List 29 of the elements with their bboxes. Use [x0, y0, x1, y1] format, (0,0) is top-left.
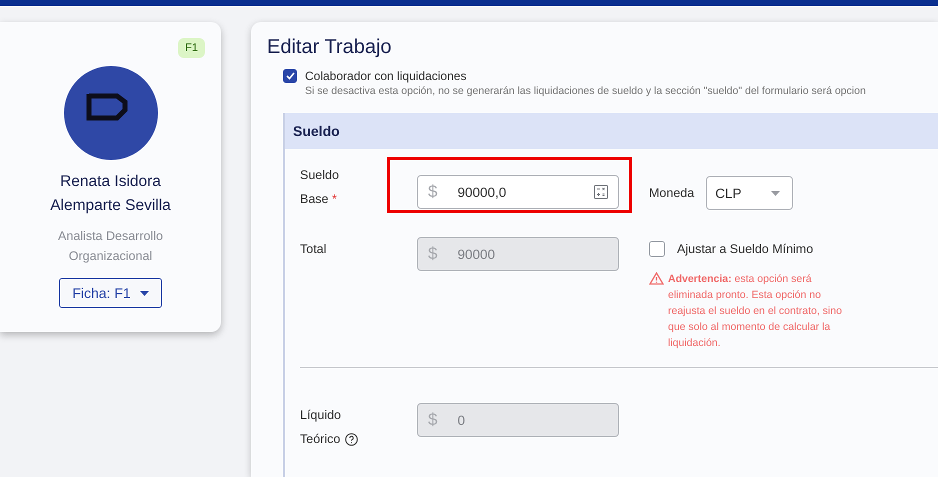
- caret-icon: [140, 290, 149, 296]
- checkbox-label: Ajustar a Sueldo Mínimo: [677, 241, 814, 258]
- field-label: Sueldo: [300, 167, 340, 184]
- option-hint: Si se desactiva esta opción, no se generarán las liquidaciones de sueldo y la sección "sueldo" del formulario será opcion: [305, 85, 867, 97]
- field-label: Teórico: [300, 431, 340, 448]
- avatar-icon: [64, 66, 158, 160]
- file-dropdown[interactable]: Ficha: F1: [59, 278, 162, 308]
- field-label: Total: [300, 241, 328, 258]
- section-header: Sueldo: [285, 113, 938, 149]
- option-label: Colaborador con liquidaciones: [305, 69, 466, 83]
- field-label: Base *: [300, 191, 338, 208]
- check-icon: [286, 72, 294, 80]
- amount-field: $ 0: [417, 403, 619, 437]
- amount-input[interactable]: $ 90000,0: [417, 175, 619, 209]
- help-icon[interactable]: [345, 432, 358, 446]
- field-label: Líquido: [300, 407, 342, 424]
- calculator-icon[interactable]: [594, 185, 608, 199]
- warning-text: Advertencia: esta opción será eliminada pronto. Esta opción no reajusta el sueldo en el contrato, sino que solo al momento de calcular la liquidación.: [668, 272, 843, 351]
- warning-icon: [649, 272, 664, 285]
- amount-field: $ 90000: [417, 237, 619, 271]
- employee-name: Renata Isidora Alemparte Sevilla: [49, 172, 172, 216]
- employee-role: Analista Desarrollo Organizacional: [57, 228, 164, 265]
- file-badge: F1: [178, 38, 205, 58]
- caret-icon: [771, 190, 780, 196]
- checkbox[interactable]: [649, 241, 665, 257]
- checkbox[interactable]: [283, 69, 297, 83]
- currency-select[interactable]: CLP: [706, 176, 794, 210]
- field-label: Moneda: [649, 185, 694, 202]
- panel-title: Editar Trabajo: [267, 36, 393, 59]
